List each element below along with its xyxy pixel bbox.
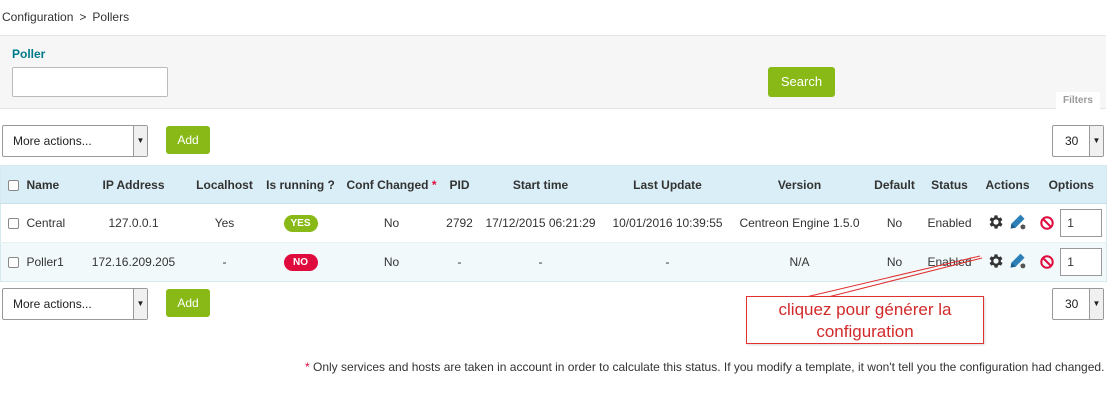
- filter-panel: Poller Search: [0, 35, 1106, 109]
- filters-tab[interactable]: Filters: [1056, 92, 1100, 110]
- row-select-cell: [0, 203, 27, 243]
- dropdown-arrow-icon: ▼: [1089, 126, 1103, 156]
- col-localhost: Localhost: [188, 165, 261, 204]
- col-options: Options: [1036, 165, 1107, 204]
- col-name[interactable]: Name: [26, 165, 79, 204]
- duplicate-count-input[interactable]: 1: [1060, 248, 1103, 276]
- conf-changed-star: *: [431, 177, 437, 192]
- table-row: Poller1 172.16.209.205 - NO No - - - N/A…: [0, 242, 1107, 282]
- poller-localhost: Yes: [188, 203, 261, 243]
- search-button[interactable]: Search: [768, 67, 835, 97]
- no-entry-icon[interactable]: [1040, 216, 1054, 230]
- more-actions-label: More actions...: [13, 297, 92, 311]
- page-limit-value: 30: [1065, 134, 1079, 148]
- gear-icon[interactable]: [987, 213, 1005, 234]
- page-limit-value: 30: [1065, 297, 1079, 311]
- callout-line-2: configuration: [816, 322, 914, 341]
- edit-pencil-icon[interactable]: [1008, 252, 1028, 273]
- callout-line-1: cliquez pour générer la: [778, 300, 952, 319]
- dropdown-arrow-icon: ▼: [133, 289, 147, 319]
- dropdown-arrow-icon: ▼: [1089, 289, 1103, 319]
- dropdown-arrow-icon: ▼: [133, 126, 147, 156]
- poller-status: Enabled: [920, 242, 979, 282]
- poller-filter-input[interactable]: [12, 67, 168, 97]
- col-pid: PID: [442, 165, 477, 204]
- conf-changed-value: No: [340, 242, 443, 282]
- options-cell: 1: [1036, 203, 1107, 243]
- duplicate-count-input[interactable]: 1: [1060, 209, 1103, 237]
- no-entry-icon[interactable]: [1040, 255, 1054, 269]
- poller-version: N/A: [730, 242, 869, 282]
- col-start-time: Start time: [476, 165, 605, 204]
- add-button-bottom[interactable]: Add: [166, 289, 210, 317]
- running-cell: NO: [260, 242, 341, 282]
- col-version: Version: [730, 165, 869, 204]
- poller-filter-label: Poller: [12, 47, 46, 61]
- col-is-running: Is running ?: [260, 165, 341, 204]
- more-actions-label: More actions...: [13, 134, 92, 148]
- page-limit-select-bottom[interactable]: 30 ▼: [1052, 288, 1104, 320]
- col-actions: Actions: [978, 165, 1037, 204]
- actions-cell: [978, 203, 1037, 243]
- running-status-badge: YES: [283, 214, 318, 232]
- poller-default: No: [868, 242, 921, 282]
- poller-pid: -: [442, 242, 477, 282]
- pollers-table: Name IP Address Localhost Is running ? C…: [0, 165, 1107, 282]
- poller-ip: 127.0.0.1: [78, 203, 189, 243]
- col-conf-changed-label: Conf Changed: [346, 177, 429, 192]
- conf-changed-value: No: [340, 203, 443, 243]
- gear-icon[interactable]: [987, 252, 1005, 273]
- more-actions-select-top[interactable]: More actions... ▼: [2, 125, 148, 157]
- poller-status: Enabled: [920, 203, 979, 243]
- select-all-cell: [0, 165, 27, 204]
- breadcrumb-current[interactable]: Pollers: [92, 10, 129, 24]
- page-limit-select-top[interactable]: 30 ▼: [1052, 125, 1104, 157]
- poller-localhost: -: [188, 242, 261, 282]
- options-cell: 1: [1036, 242, 1107, 282]
- poller-start-time: -: [476, 242, 605, 282]
- add-button-top[interactable]: Add: [166, 126, 210, 154]
- more-actions-select-bottom[interactable]: More actions... ▼: [2, 288, 148, 320]
- annotation-callout: cliquez pour générer la configuration: [746, 296, 984, 344]
- breadcrumb-parent[interactable]: Configuration: [2, 10, 73, 24]
- row-checkbox[interactable]: [8, 218, 20, 230]
- poller-default: No: [868, 203, 921, 243]
- poller-last-update: -: [604, 242, 731, 282]
- breadcrumb-separator: >: [79, 10, 87, 24]
- table-header-row: Name IP Address Localhost Is running ? C…: [0, 165, 1107, 204]
- poller-version: Centreon Engine 1.5.0: [730, 203, 869, 243]
- running-cell: YES: [260, 203, 341, 243]
- select-all-checkbox[interactable]: [8, 179, 20, 191]
- footnote-text: Only services and hosts are taken in acc…: [309, 360, 1105, 374]
- footnote: * Only services and hosts are taken in a…: [305, 360, 1110, 374]
- edit-pencil-icon[interactable]: [1008, 213, 1028, 234]
- poller-last-update: 10/01/2016 10:39:55: [604, 203, 731, 243]
- row-select-cell: [0, 242, 27, 282]
- running-status-badge: NO: [283, 253, 318, 271]
- poller-start-time: 17/12/2015 06:21:29: [476, 203, 605, 243]
- col-ip-address: IP Address: [78, 165, 189, 204]
- col-last-update: Last Update: [604, 165, 731, 204]
- poller-pid: 2792: [442, 203, 477, 243]
- col-conf-changed: Conf Changed *: [340, 165, 443, 204]
- table-row: Central 127.0.0.1 Yes YES No 2792 17/12/…: [0, 203, 1107, 243]
- col-default: Default: [868, 165, 921, 204]
- row-checkbox[interactable]: [8, 257, 20, 269]
- actions-cell: [978, 242, 1037, 282]
- poller-name-link[interactable]: Central: [26, 203, 79, 243]
- poller-ip: 172.16.209.205: [78, 242, 189, 282]
- poller-name-link[interactable]: Poller1: [26, 242, 79, 282]
- breadcrumb: Configuration > Pollers: [2, 10, 129, 24]
- col-status: Status: [920, 165, 979, 204]
